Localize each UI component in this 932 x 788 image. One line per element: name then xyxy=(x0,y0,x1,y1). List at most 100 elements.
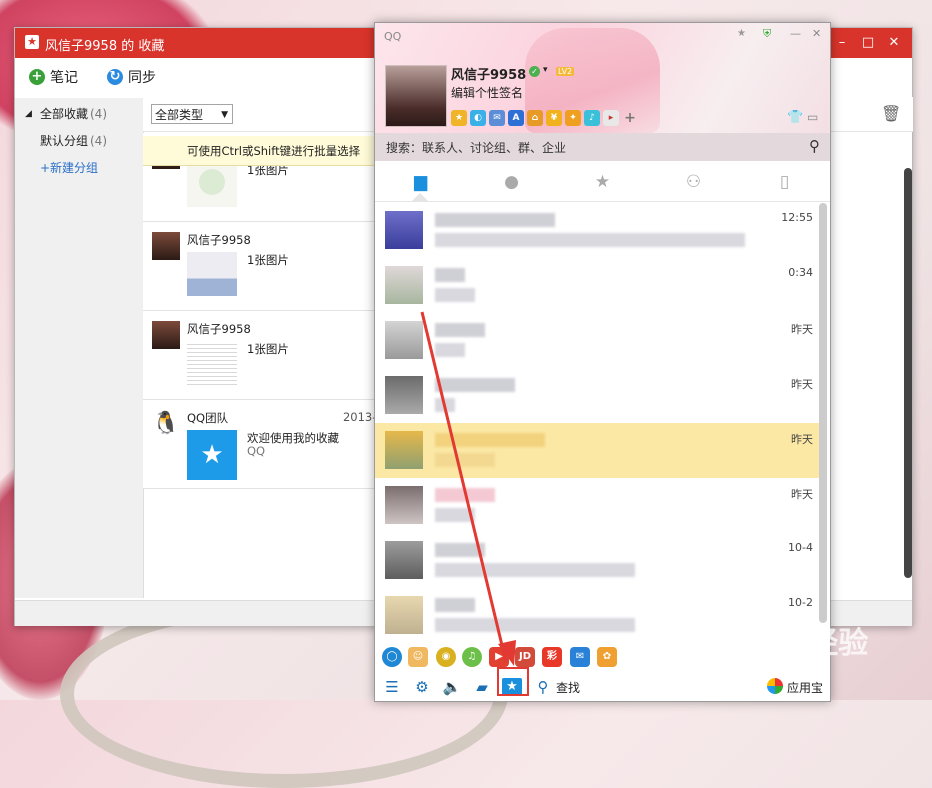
blurred-message xyxy=(435,618,635,632)
maximize-button[interactable]: □ xyxy=(860,35,876,51)
app-store-icon[interactable] xyxy=(767,678,783,694)
chevron-down-icon[interactable]: ▾ xyxy=(543,65,548,75)
search-icon[interactable]: ⚲ xyxy=(809,137,820,155)
conversation-item[interactable]: 10-4 xyxy=(375,533,819,588)
find-label[interactable]: 查找 xyxy=(556,679,580,696)
type-select[interactable]: 全部类型 ▼ xyxy=(151,104,233,124)
skin-icon[interactable]: 👕 xyxy=(787,110,803,125)
sidebar-item-all[interactable]: ◢ 全部收藏 (4) xyxy=(15,101,143,127)
tab-groups[interactable]: ⚇ xyxy=(648,163,739,201)
app-icon[interactable]: A xyxy=(508,110,524,126)
blurred-message xyxy=(435,453,495,467)
qzone-icon[interactable]: ◯ xyxy=(382,647,402,667)
sidebar-item-label: 全部收藏 xyxy=(40,107,89,121)
online-status-icon[interactable]: ✓ xyxy=(529,66,540,77)
nickname: 风信子9958 xyxy=(451,68,527,83)
sync-button[interactable]: ↻ 同步 xyxy=(107,67,156,87)
volume-icon[interactable]: 🔈 xyxy=(442,678,462,696)
blurred-message xyxy=(435,398,455,412)
game-icon[interactable]: ✦ xyxy=(565,110,581,126)
trash-icon[interactable]: 🗑 xyxy=(881,104,901,123)
qq-tabs: ▆ ● ★ ⚇ ▯ xyxy=(375,163,830,202)
app-store-label[interactable]: 应用宝 xyxy=(787,679,823,696)
thumbnail-image xyxy=(187,163,237,207)
blurred-name xyxy=(435,378,515,392)
qzone-icon[interactable]: ◐ xyxy=(470,110,486,126)
conversation-item[interactable]: 昨天 xyxy=(375,478,819,533)
sidebar-item-count: (4) xyxy=(90,134,107,148)
jd-icon[interactable]: JD xyxy=(515,647,535,667)
conversation-item[interactable]: 0:34 xyxy=(375,258,819,313)
signature-field[interactable]: 编辑个性签名 xyxy=(451,84,523,101)
close-button[interactable]: ✕ xyxy=(812,27,821,40)
search-placeholder: 搜索：联系人、讨论组、群、企业 xyxy=(386,141,567,155)
game-icon[interactable]: ◉ xyxy=(436,647,456,667)
sidebar-item-label: 默认分组 xyxy=(40,134,89,148)
close-button[interactable]: ✕ xyxy=(886,35,902,51)
avatar xyxy=(385,321,423,359)
minimize-button[interactable]: — xyxy=(790,27,801,40)
list-item[interactable]: 🐧 QQ团队 2013-12 ★ 欢迎使用我的收藏 QQ xyxy=(143,400,391,489)
watermark: Baidu经验 xyxy=(712,626,869,661)
avatar xyxy=(152,321,180,349)
search-input[interactable]: 搜索：联系人、讨论组、群、企业 ⚲ xyxy=(375,133,830,161)
entry-desc: 1张图片 xyxy=(247,253,289,267)
tab-favorites[interactable]: ★ xyxy=(557,163,648,201)
menu-icon[interactable]: ☰ xyxy=(382,678,402,696)
security-icon[interactable]: ⛨ xyxy=(763,27,771,41)
video-icon[interactable]: ▶ xyxy=(489,647,509,667)
minimize-button[interactable]: – xyxy=(834,35,850,51)
video-icon[interactable]: ▸ xyxy=(603,110,619,126)
list-item[interactable]: 风信子9958 昨 1张图片 xyxy=(143,222,391,311)
avatar[interactable] xyxy=(385,65,447,127)
conversation-item[interactable]: 12:55 xyxy=(375,203,819,258)
tab-phone[interactable]: ▯ xyxy=(739,163,830,201)
entry-sub: QQ xyxy=(247,444,266,458)
conversation-time: 昨天 xyxy=(791,488,813,501)
level-badge[interactable]: LV2 xyxy=(556,67,575,76)
gear-icon[interactable]: ⚙ xyxy=(412,678,432,696)
music-icon[interactable]: ♪ xyxy=(584,110,600,126)
avatar xyxy=(385,486,423,524)
music-icon[interactable]: ♫ xyxy=(462,647,482,667)
tab-chats[interactable]: ▆ xyxy=(375,163,466,201)
blurred-name xyxy=(435,598,475,612)
lottery-icon[interactable]: 彩 xyxy=(542,647,562,667)
chevron-down-icon: ▼ xyxy=(221,110,228,120)
sync-icon: ↻ xyxy=(107,69,123,85)
mail-icon[interactable]: ✉ xyxy=(489,110,505,126)
watermark-url: jingyan.baidu.com xyxy=(717,658,828,672)
star-icon[interactable]: ★ xyxy=(451,110,467,126)
pin-icon[interactable]: ★ xyxy=(737,28,746,39)
blurred-message xyxy=(435,343,465,357)
search-icon[interactable]: ⚲ xyxy=(533,678,553,696)
entry-desc: 1张图片 xyxy=(247,342,289,356)
add-icon[interactable]: + xyxy=(622,110,638,126)
pet-icon[interactable]: ✿ xyxy=(597,647,617,667)
folder-icon[interactable]: ▰ xyxy=(472,678,492,696)
note-button[interactable]: + 笔记 xyxy=(29,67,78,87)
conversation-item[interactable]: 昨天 xyxy=(375,313,819,368)
qq-penguin-icon: 🐧 xyxy=(152,411,180,436)
sidebar: ◢ 全部收藏 (4) 默认分组 (4) +新建分组 xyxy=(15,98,144,598)
avatar xyxy=(385,596,423,634)
conversation-time: 10-2 xyxy=(788,596,813,609)
shop-icon[interactable]: ⌂ xyxy=(527,110,543,126)
message-box-icon[interactable]: ▭ xyxy=(807,110,818,124)
wallet-icon[interactable]: ¥ xyxy=(546,110,562,126)
mail-icon[interactable]: ✉ xyxy=(570,647,590,667)
scrollbar[interactable] xyxy=(819,203,827,623)
blurred-message xyxy=(435,563,635,577)
qq-logo: QQ xyxy=(384,30,402,43)
tab-contacts[interactable]: ● xyxy=(466,163,557,201)
sidebar-item-default[interactable]: 默认分组 (4) xyxy=(15,128,143,154)
list-item[interactable]: 风信子9958 昨 1张图片 xyxy=(143,311,391,400)
conversation-item[interactable]: 昨天 xyxy=(375,368,819,423)
conversation-item-selected[interactable]: 昨天 xyxy=(375,423,819,478)
penguin-icon[interactable]: ☺ xyxy=(408,647,428,667)
new-group-link[interactable]: +新建分组 xyxy=(15,155,143,181)
note-label: 笔记 xyxy=(50,70,78,86)
scrollbar[interactable] xyxy=(904,168,912,578)
new-group-label: +新建分组 xyxy=(40,161,99,175)
conversation-time: 昨天 xyxy=(791,378,813,391)
